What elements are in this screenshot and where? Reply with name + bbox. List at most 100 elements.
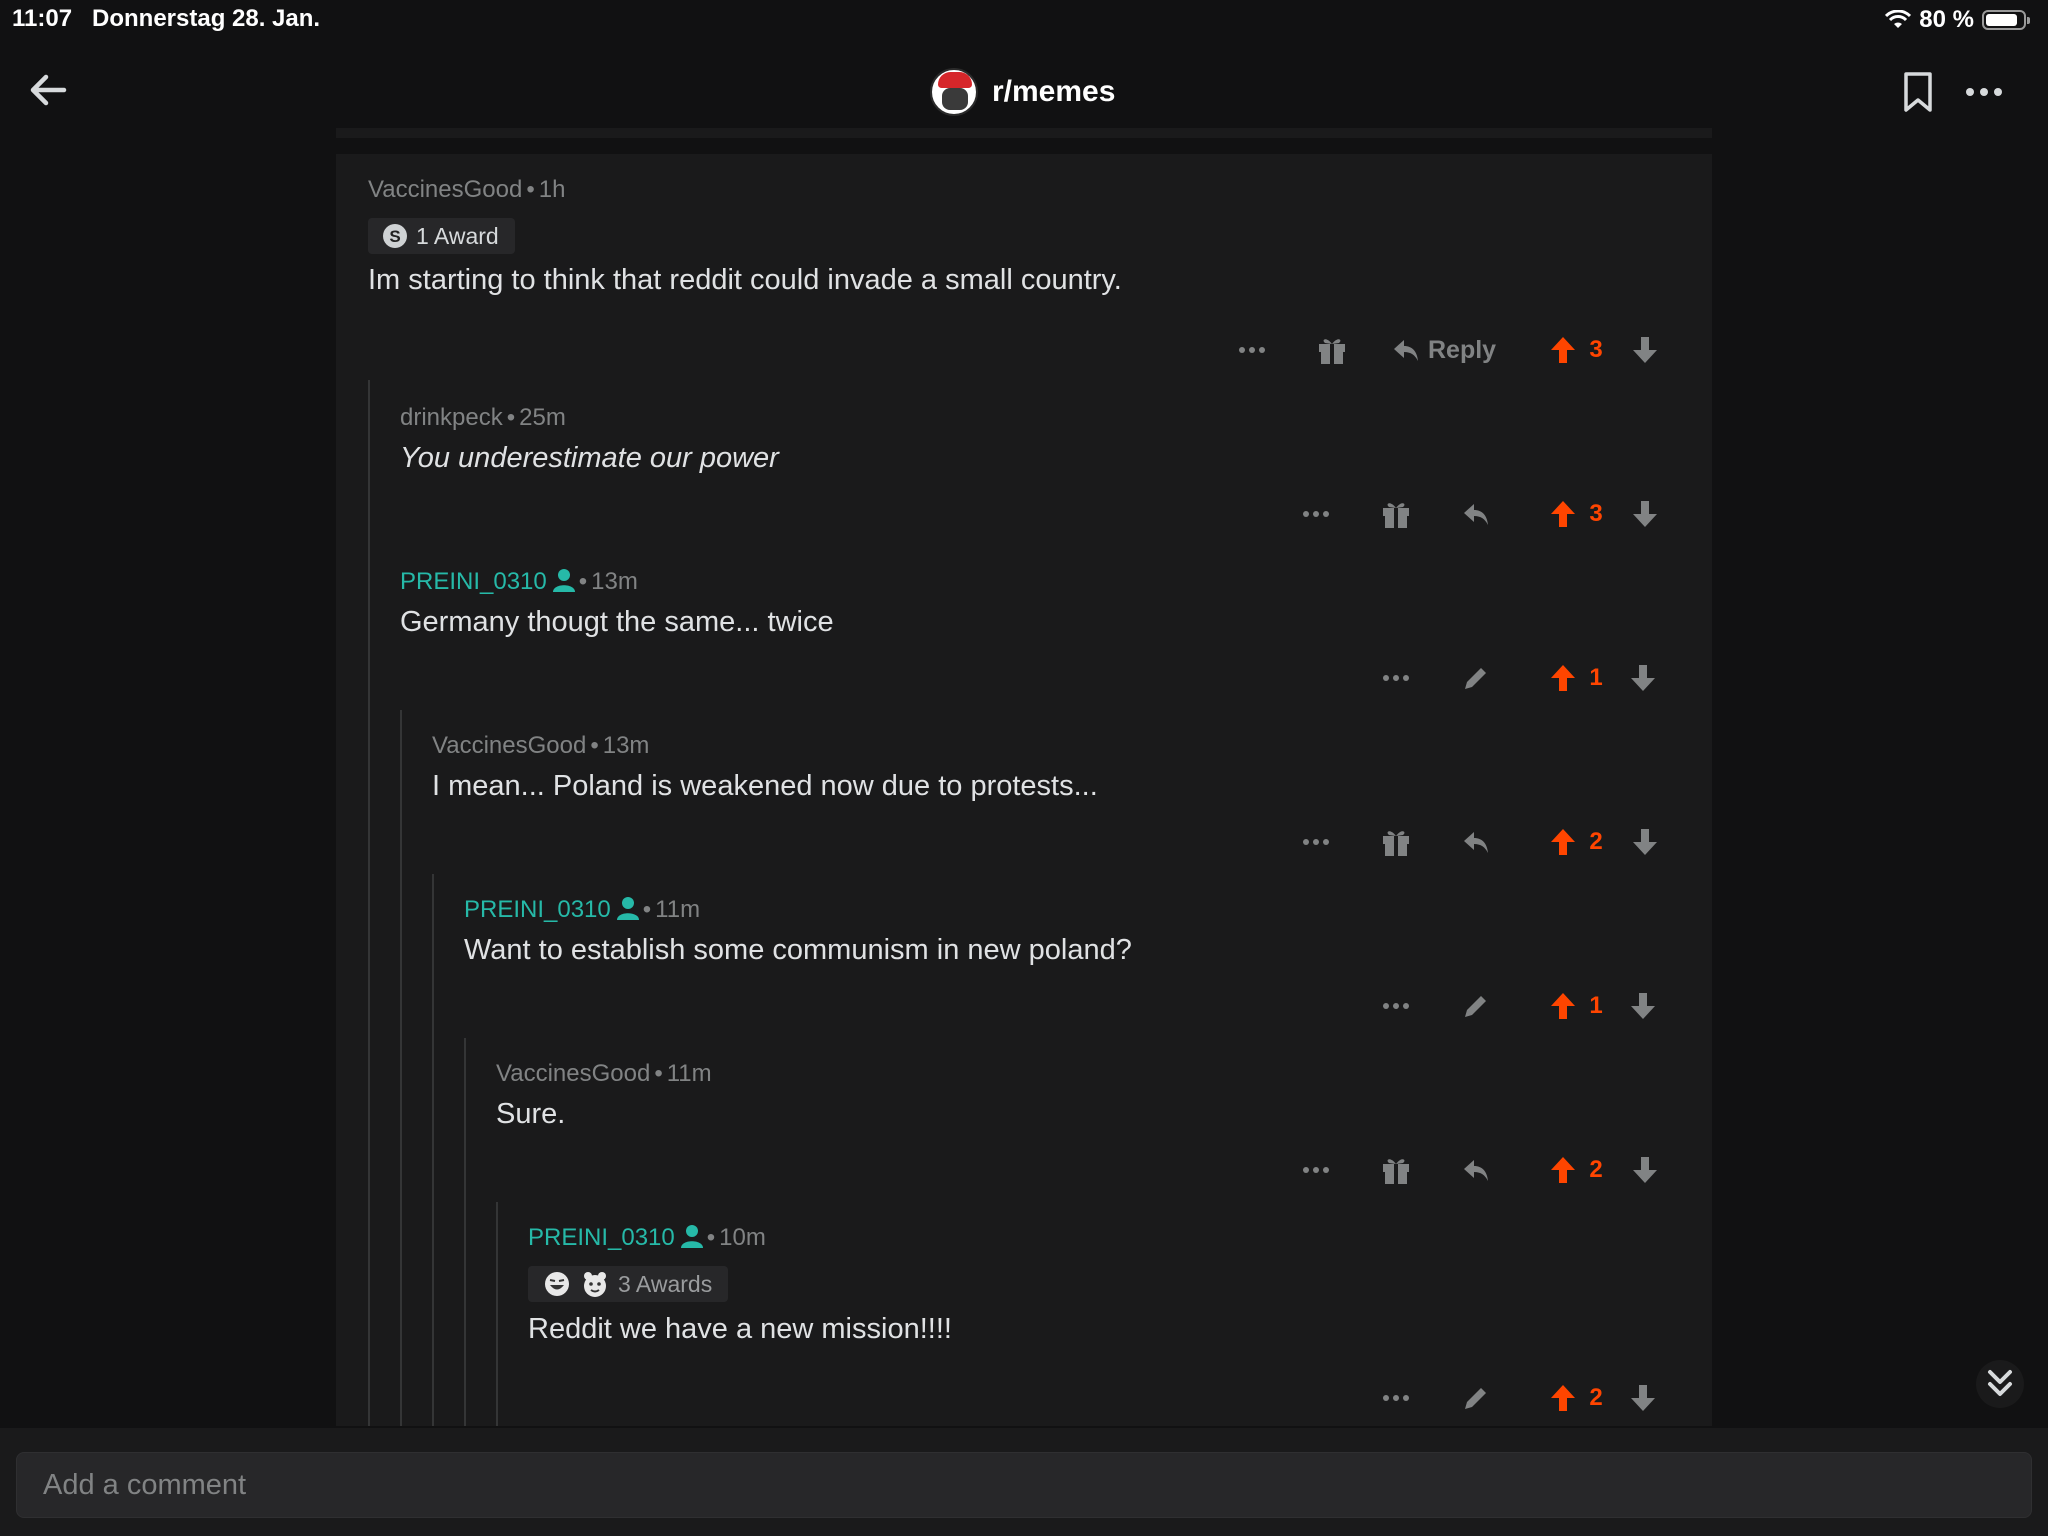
edit-pencil-icon[interactable] [1460,658,1492,698]
laughing-award-icon [545,1272,569,1296]
comment-meta: PREINI_0310 • 11m [464,896,701,923]
comment-meta: VaccinesGood • 11m [496,1060,712,1087]
comment-time: 10m [719,1224,766,1251]
more-icon[interactable] [1236,330,1268,370]
reply-button[interactable]: Reply [1392,330,1504,370]
comment-time: 13m [591,568,638,595]
comment-body: Reddit we have a new mission!!!! [528,1313,952,1345]
vote-score: 3 [1589,336,1603,363]
reply-icon[interactable] [1460,1150,1492,1190]
comment-body: Germany thougt the same... twice [400,606,834,638]
upvote-icon[interactable] [1548,1150,1578,1190]
vote-score: 3 [1589,500,1603,527]
more-icon[interactable] [1300,1150,1332,1190]
edit-pencil-icon[interactable] [1460,986,1492,1026]
thread-line [464,1038,466,1426]
comment-meta: VaccinesGood • 13m [432,732,650,759]
comment-meta: PREINI_0310 • 13m [400,568,638,595]
op-user-icon [552,569,575,592]
comment-time: 11m [655,896,701,923]
comment-author[interactable]: VaccinesGood [432,732,586,759]
downvote-icon[interactable] [1628,658,1658,698]
op-user-icon [680,1225,703,1248]
comment-time: 11m [666,1060,712,1087]
downvote-icon[interactable] [1630,330,1660,370]
comment-actions: 1 [1380,986,1660,1026]
comment-author[interactable]: PREINI_0310 [464,896,611,923]
vote-score: 2 [1589,828,1603,855]
upvote-icon[interactable] [1548,494,1578,534]
downvote-icon[interactable] [1630,1150,1660,1190]
back-arrow-icon[interactable] [24,66,72,114]
more-icon[interactable] [1380,1378,1412,1418]
comment: VaccinesGood • 11m Sure. [496,1060,712,1131]
comment-author[interactable]: VaccinesGood [368,176,522,203]
upvote-icon[interactable] [1548,986,1578,1026]
silver-award-icon: S [383,224,407,248]
status-indicators: 80 % [1885,6,2030,34]
nav-bar: r/memes [0,40,2048,138]
downvote-icon[interactable] [1628,1378,1658,1418]
downvote-icon[interactable] [1628,986,1658,1026]
comment-body: Im starting to think that reddit could i… [368,264,1122,296]
comment-body: I mean... Poland is weakened now due to … [432,770,1098,802]
award-chip[interactable]: 3 Awards [528,1266,729,1302]
comment-actions: 1 [1380,658,1660,698]
comment-actions: 2 [1300,822,1660,862]
scroll-to-bottom-chevron-icon[interactable] [1976,1360,2024,1408]
gift-icon[interactable] [1380,822,1412,862]
more-icon[interactable] [1300,822,1332,862]
vote-score: 2 [1589,1156,1603,1183]
comment-meta: VaccinesGood • 1h [368,176,566,203]
thread-line [496,1202,498,1426]
status-time: 11:07 [12,5,73,32]
gift-icon[interactable] [1316,330,1348,370]
upvote-icon[interactable] [1548,822,1578,862]
award-count: 1 Award [416,222,499,249]
op-user-icon [616,897,639,920]
comment: PREINI_0310 • 13m Germany thougt the same.… [400,568,834,639]
edit-pencil-icon[interactable] [1460,1378,1492,1418]
add-comment-input[interactable] [16,1452,2032,1518]
comment-body: You underestimate our power [400,442,779,474]
comment: PREINI_0310 • 11m Want to establish some c… [464,896,1132,967]
subreddit-avatar [930,68,978,116]
comment-actions: 2 [1380,1378,1660,1418]
comment-composer [0,1428,2048,1536]
vote-score: 1 [1589,992,1603,1019]
upvote-icon[interactable] [1548,658,1578,698]
comment-author[interactable]: drinkpeck [400,404,503,431]
more-options-icon[interactable] [1962,80,2006,104]
more-icon[interactable] [1300,494,1332,534]
comment-meta: PREINI_0310 • 10m [528,1224,766,1251]
more-icon[interactable] [1380,986,1412,1026]
award-chip[interactable]: S 1 Award [368,218,515,254]
reply-icon [1394,340,1418,361]
wholesome-award-icon [584,1272,606,1297]
upvote-icon[interactable] [1548,1378,1578,1418]
svg-text:S: S [389,227,400,246]
thread-line [400,710,402,1426]
thread-line [432,874,434,1426]
subreddit-name: r/memes [992,75,1116,108]
downvote-icon[interactable] [1630,822,1660,862]
comment-author[interactable]: PREINI_0310 [400,568,547,595]
comment: PREINI_0310 • 10m 3 Awards Reddit we have … [528,1224,952,1346]
comment-time: 13m [602,732,650,759]
reply-icon[interactable] [1460,494,1492,534]
comment-body: Sure. [496,1098,566,1130]
comment-meta: drinkpeck • 25m [400,404,566,431]
gift-icon[interactable] [1380,1150,1412,1190]
wifi-icon [1885,10,1912,28]
bookmark-icon[interactable] [1900,70,1936,114]
comment-author[interactable]: VaccinesGood [496,1060,650,1087]
downvote-icon[interactable] [1630,494,1660,534]
gift-icon[interactable] [1380,494,1412,534]
comment-author[interactable]: PREINI_0310 [528,1224,675,1251]
reply-icon[interactable] [1460,822,1492,862]
comment-actions: Reply 3 [1236,330,1660,370]
comment-actions: 3 [1300,494,1660,534]
subreddit-header[interactable]: r/memes [930,64,1115,120]
more-icon[interactable] [1380,658,1412,698]
upvote-icon[interactable] [1548,330,1578,370]
